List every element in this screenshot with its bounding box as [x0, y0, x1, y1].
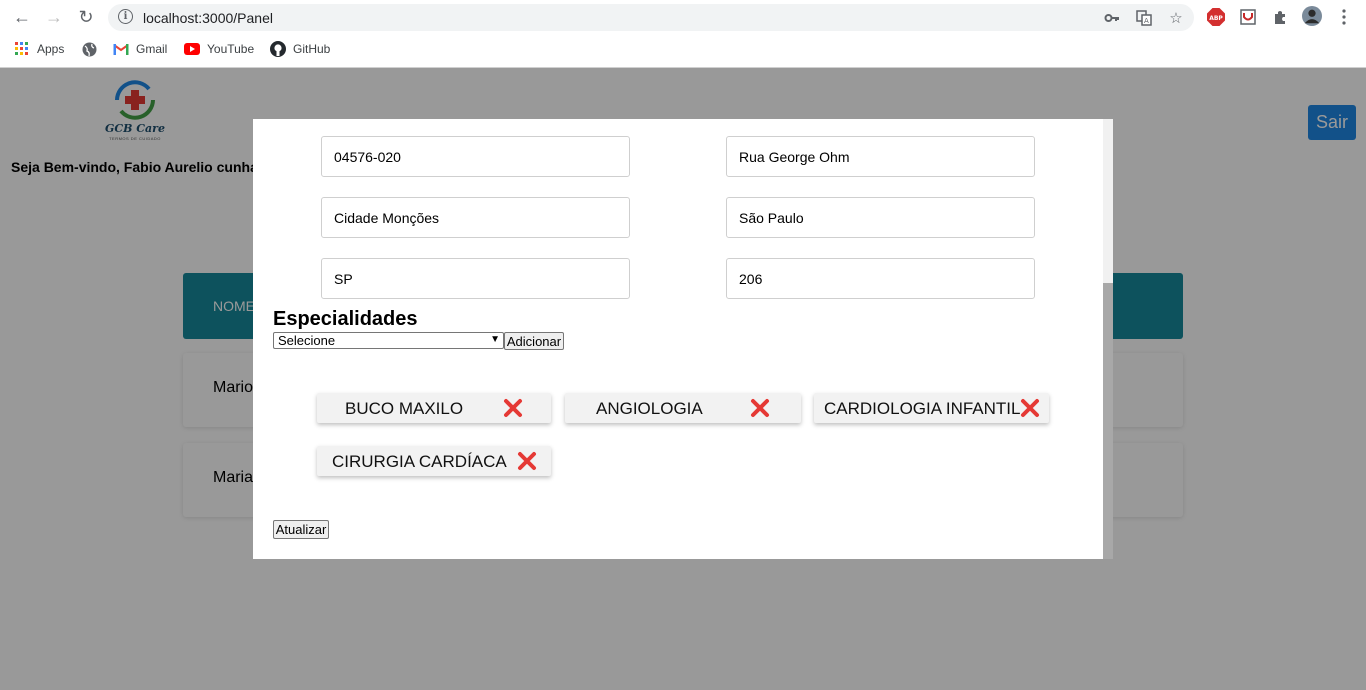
cep-input[interactable] — [321, 136, 630, 177]
add-specialty-button[interactable]: Adicionar — [504, 332, 564, 350]
chip-label: CARDIOLOGIA INFANTIL — [824, 399, 1021, 418]
specialty-chip: CARDIOLOGIA INFANTIL — [814, 393, 1049, 423]
number-input[interactable] — [726, 258, 1035, 299]
modal-scrollbar[interactable] — [1103, 119, 1113, 559]
select-value: Selecione — [278, 333, 336, 348]
site-info-icon[interactable]: i — [118, 9, 133, 24]
city-input[interactable] — [726, 197, 1035, 238]
gmail-icon — [113, 41, 129, 57]
bookmark-apps[interactable]: Apps — [14, 38, 64, 60]
bookmark-youtube[interactable]: YouTube — [184, 38, 254, 60]
chip-label: BUCO MAXILO — [345, 399, 464, 418]
edit-modal: Especialidades Selecione ▼ Adicionar BUC… — [253, 119, 1113, 559]
apps-grid-icon — [14, 41, 30, 57]
globe-icon — [81, 41, 97, 57]
specialty-chip: BUCO MAXILO — [317, 393, 551, 423]
specialty-chip: CIRURGIA CARDÍACA — [317, 446, 551, 476]
profile-avatar-icon[interactable] — [1302, 6, 1322, 26]
state-input[interactable] — [321, 258, 630, 299]
puzzle-extensions-icon[interactable] — [1270, 7, 1290, 27]
neighborhood-input[interactable] — [321, 197, 630, 238]
svg-text:A: A — [1144, 17, 1149, 25]
remove-icon[interactable] — [749, 397, 771, 419]
reload-icon[interactable]: ↻ — [74, 5, 98, 29]
abp-label: ABP — [1209, 15, 1223, 22]
bookmark-gmail[interactable]: Gmail — [113, 38, 167, 60]
browser-chrome: ← → ↻ i localhost:3000/Panel A ☆ ABP App… — [0, 0, 1366, 68]
bookmark-star-icon[interactable]: ☆ — [1166, 8, 1186, 28]
street-input[interactable] — [726, 136, 1035, 177]
bookmark-label: Gmail — [136, 42, 168, 56]
github-icon — [270, 41, 286, 57]
back-icon[interactable]: ← — [10, 5, 34, 29]
shield-extension-icon[interactable] — [1238, 7, 1258, 27]
bookmark-globe[interactable] — [81, 38, 97, 60]
url-text[interactable]: localhost:3000/Panel — [143, 10, 273, 26]
address-bar[interactable]: i localhost:3000/Panel A ☆ — [108, 4, 1194, 31]
key-icon[interactable] — [1102, 8, 1122, 28]
youtube-icon — [184, 41, 200, 57]
specialty-select[interactable]: Selecione ▼ — [273, 332, 504, 349]
adblock-icon[interactable]: ABP — [1206, 7, 1226, 27]
update-button[interactable]: Atualizar — [273, 520, 329, 539]
chevron-down-icon: ▼ — [490, 334, 500, 345]
menu-dots-icon[interactable] — [1334, 7, 1354, 27]
bookmarks-bar: Apps Gmail YouTube GitHub — [0, 38, 1366, 60]
specialties-heading: Especialidades — [273, 308, 418, 330]
translate-icon[interactable]: A — [1134, 8, 1154, 28]
forward-icon[interactable]: → — [42, 5, 66, 29]
remove-icon[interactable] — [502, 397, 524, 419]
bookmark-github[interactable]: GitHub — [270, 38, 330, 60]
bookmark-label: YouTube — [207, 42, 255, 56]
remove-icon[interactable] — [516, 450, 538, 472]
scrollbar-thumb[interactable] — [1103, 283, 1113, 559]
chip-label: CIRURGIA CARDÍACA — [332, 452, 507, 471]
chip-label: ANGIOLOGIA — [596, 399, 703, 418]
remove-icon[interactable] — [1019, 397, 1041, 419]
specialty-chip: ANGIOLOGIA — [565, 393, 801, 423]
bookmark-label: GitHub — [293, 42, 331, 56]
bookmark-label: Apps — [37, 42, 65, 56]
